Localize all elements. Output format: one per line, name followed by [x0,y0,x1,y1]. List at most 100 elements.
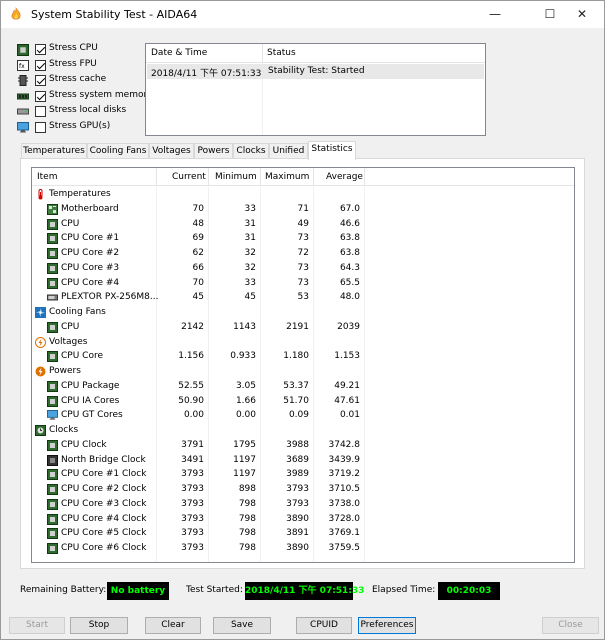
cell-minimum: 32 [244,248,256,258]
tab-temperatures[interactable]: Temperatures [21,143,87,159]
stress-checkbox[interactable] [35,90,46,102]
table-row[interactable]: CPU Core #5 Clock 3793 798 3891 3769.1 [32,526,574,541]
table-body: Temperatures Motherboard 70 33 71 67.0 CPU 48 31… [32,187,574,556]
col-divider[interactable] [364,168,365,186]
start-button[interactable]: Start [9,617,65,634]
statistics-table[interactable]: Item Current Minimum Maximum Average Tem… [31,167,575,563]
cell-minimum: 1143 [233,321,256,332]
title-bar[interactable]: System Stability Test - AIDA64 — ☐ ✕ [1,1,604,28]
stress-option[interactable]: Stress local disks [17,104,142,120]
cpuid-button[interactable]: CPUID [296,617,352,634]
cpu-chip-icon [47,469,58,481]
tab-clocks[interactable]: Clocks [233,143,269,159]
stress-option-label[interactable]: Stress system memory [49,90,153,100]
log-row[interactable]: 2018/4/11 下午 07:51:33 Stability Test: St… [147,64,484,79]
cell-current: 69 [192,233,204,244]
window-title: System Stability Test - AIDA64 [31,8,198,21]
stress-option[interactable]: Stress system memory [17,89,153,105]
col-item[interactable]: Item [37,172,58,182]
table-row[interactable]: Motherboard 70 33 71 67.0 [32,202,574,217]
close-button[interactable]: Close [542,617,599,634]
minimize-button[interactable]: — [473,1,517,28]
cell-average: 3742.8 [328,439,361,450]
stress-option[interactable]: fx Stress FPU [17,58,142,74]
log-col-status[interactable]: Status [267,48,296,58]
save-button[interactable]: Save [213,617,271,634]
preferences-button[interactable]: Preferences [358,617,416,634]
table-row[interactable]: CPU Core #2 Clock 3793 898 3793 3710.5 [32,482,574,497]
cell-minimum: 3.05 [235,380,256,391]
group-row[interactable]: Clocks [32,423,574,438]
motherboard-icon [47,203,58,215]
table-row[interactable]: CPU 48 31 49 46.6 [32,217,574,232]
stress-checkbox[interactable] [35,121,46,133]
stress-option[interactable]: Stress GPU(s) [17,120,142,136]
log-col-date[interactable]: Date & Time [151,48,207,58]
battery-label: Remaining Battery: [20,585,107,595]
clear-button[interactable]: Clear [145,617,201,634]
tab-cooling-fans[interactable]: Cooling Fans [87,143,149,159]
table-row[interactable]: CPU Clock 3791 1795 3988 3742.8 [32,438,574,453]
stress-option-label[interactable]: Stress cache [49,74,106,84]
stop-button[interactable]: Stop [70,617,128,634]
stress-option-label[interactable]: Stress local disks [49,105,126,115]
cell-current: 3793 [181,469,204,480]
col-divider[interactable] [156,168,157,186]
northbridge-icon [47,454,58,466]
row-item-name: CPU Core #1 Clock [61,469,147,480]
table-row[interactable]: CPU Core #6 Clock 3793 798 3890 3759.5 [32,541,574,556]
stress-option-label[interactable]: Stress FPU [49,59,97,69]
table-row[interactable]: CPU Core #4 70 33 73 65.5 [32,276,574,291]
table-row[interactable]: CPU Core #1 69 31 73 63.8 [32,231,574,246]
log-col-divider[interactable] [262,44,263,63]
tab-voltages[interactable]: Voltages [149,143,194,159]
row-item-name: CPU Core #3 [61,262,120,273]
col-maximum[interactable]: Maximum [265,172,309,182]
stress-checkbox[interactable] [35,106,46,118]
table-row[interactable]: CPU Package 52.55 3.05 53.37 49.21 [32,379,574,394]
statistics-panel: Item Current Minimum Maximum Average Tem… [20,158,585,569]
tab-unified[interactable]: Unified [269,143,308,159]
table-row[interactable]: PLEXTOR PX-256M8... 45 45 53 48.0 [32,290,574,305]
tab-statistics[interactable]: Statistics [308,141,356,160]
stress-checkbox[interactable] [35,75,46,87]
stress-checkbox[interactable] [35,44,46,55]
col-divider[interactable] [313,168,314,186]
row-item-name: CPU Core #6 Clock [61,543,147,553]
table-row[interactable]: CPU Core #4 Clock 3793 798 3890 3728.0 [32,512,574,527]
cell-maximum: 73 [297,233,309,244]
event-log[interactable]: Date & Time Status 2018/4/11 下午 07:51:33… [145,43,486,136]
table-row[interactable]: CPU Core #1 Clock 3793 1197 3989 3719.2 [32,467,574,482]
table-row[interactable]: CPU GT Cores 0.00 0.00 0.09 0.01 [32,408,574,423]
col-average[interactable]: Average [326,172,363,182]
table-row[interactable]: North Bridge Clock 3491 1197 3689 3439.9 [32,453,574,468]
col-minimum[interactable]: Minimum [215,172,257,182]
row-item-name: CPU Core #3 Clock [61,498,147,509]
cell-average: 64.3 [339,262,360,273]
group-row[interactable]: Temperatures [32,187,574,202]
group-row[interactable]: Powers [32,364,574,379]
cell-maximum: 3890 [286,543,309,553]
stress-option[interactable]: Stress cache [17,73,142,89]
cell-current: 3793 [181,528,204,539]
table-row[interactable]: CPU Core #3 Clock 3793 798 3793 3738.0 [32,497,574,512]
stress-checkbox[interactable] [35,59,46,71]
col-current[interactable]: Current [172,172,206,182]
stress-option-label[interactable]: Stress GPU(s) [49,121,110,131]
table-row[interactable]: CPU Core #3 66 32 73 64.3 [32,261,574,276]
group-name: Cooling Fans [49,307,106,317]
table-row[interactable]: CPU Core #2 62 32 72 63.8 [32,246,574,261]
group-row[interactable]: Cooling Fans [32,305,574,320]
stress-option[interactable]: Stress CPU [17,42,142,58]
table-row[interactable]: CPU Core 1.156 0.933 1.180 1.153 [32,349,574,364]
close-window-button[interactable]: ✕ [560,1,604,28]
battery-value: No battery [107,582,169,600]
table-row[interactable]: CPU 2142 1143 2191 2039 [32,320,574,335]
tab-powers[interactable]: Powers [194,143,233,159]
stress-option-label[interactable]: Stress CPU [49,43,98,53]
table-row[interactable]: CPU IA Cores 50.90 1.66 51.70 47.61 [32,394,574,409]
row-item-name: CPU [61,218,80,229]
col-divider[interactable] [208,168,209,186]
col-divider[interactable] [260,168,261,186]
group-row[interactable]: Voltages [32,335,574,350]
